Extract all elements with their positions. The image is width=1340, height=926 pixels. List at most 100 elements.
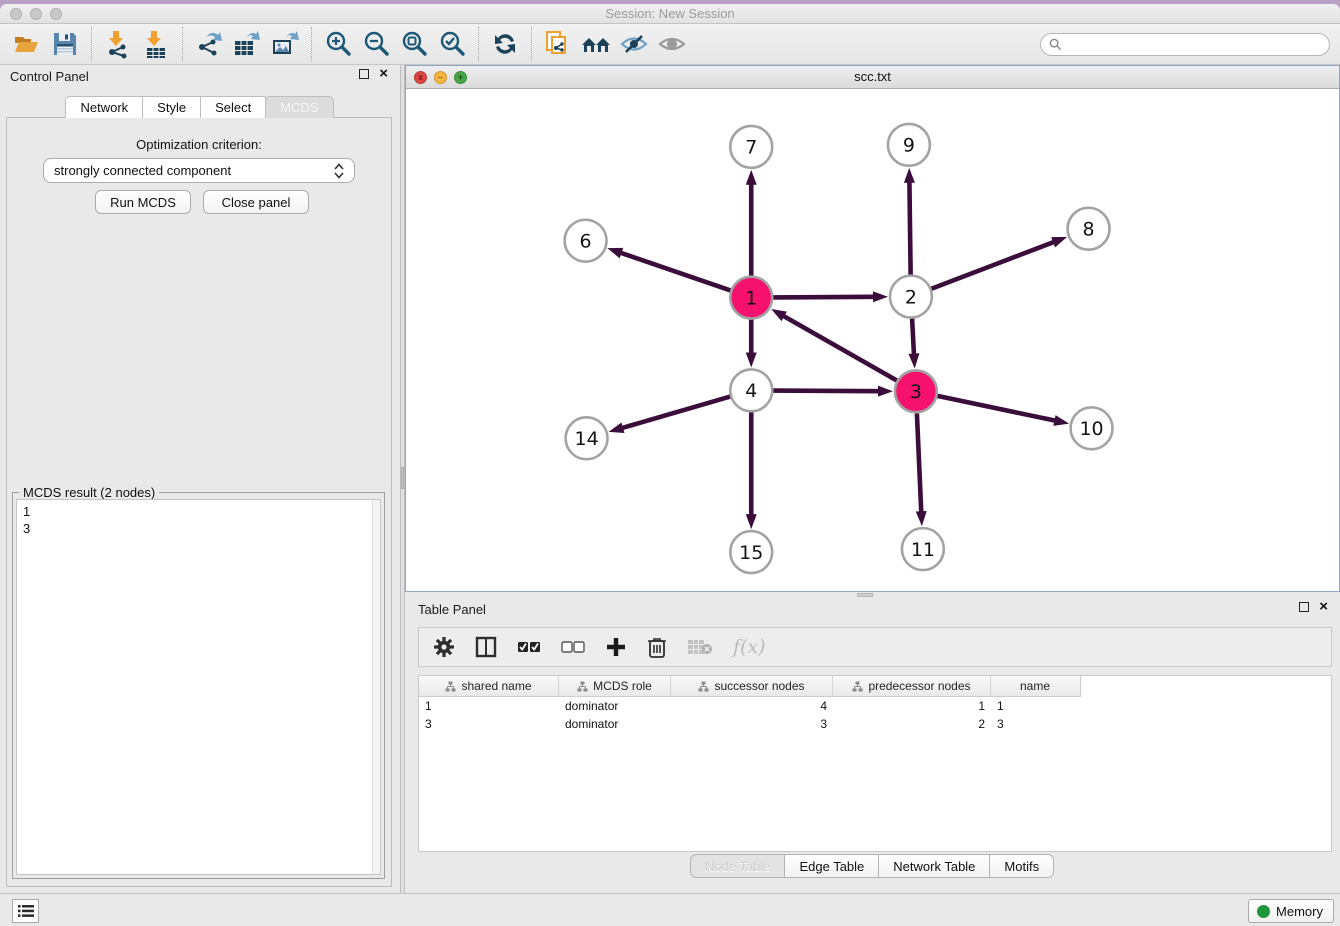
hide-selected-button[interactable] (615, 27, 653, 61)
tab-select[interactable]: Select (200, 96, 266, 118)
control-panel: Control Panel × NetworkStyleSelectMCDS O… (0, 65, 400, 893)
first-neighbors-button[interactable] (577, 27, 615, 61)
table-cell[interactable]: 1 (991, 699, 1079, 715)
table-cell[interactable]: dominator (559, 699, 671, 715)
table-cell[interactable]: dominator (559, 717, 671, 733)
open-session-button[interactable] (8, 27, 46, 61)
select-stepper-icon (334, 163, 344, 179)
mcds-result-box: MCDS result (2 nodes) 13 (12, 492, 385, 879)
column-header-successor-nodes[interactable]: successor nodes (671, 676, 833, 696)
edge-1-6[interactable] (620, 252, 731, 290)
network-canvas[interactable]: 7968124314101511 (406, 89, 1339, 591)
export-network-button[interactable] (190, 27, 228, 61)
export-table-button[interactable] (228, 27, 266, 61)
search-input[interactable] (1067, 38, 1321, 52)
table-cell[interactable]: 3 (671, 717, 833, 733)
splitter-grip[interactable] (857, 593, 873, 597)
plus-icon (605, 636, 627, 658)
tab-edge-table[interactable]: Edge Table (784, 854, 879, 878)
run-mcds-button[interactable]: Run MCDS (95, 190, 191, 214)
table-cell[interactable]: 1 (833, 699, 991, 715)
table-panel: Table Panel × (405, 598, 1340, 893)
show-panels-button[interactable] (12, 899, 39, 923)
column-label: successor nodes (714, 679, 804, 693)
table-row[interactable]: 1dominator411 (419, 699, 1331, 715)
function-builder-label: f(x) (733, 636, 766, 658)
table-cell[interactable]: 3 (419, 717, 559, 733)
edge-2-9[interactable] (909, 181, 910, 275)
edge-4-14[interactable] (621, 397, 730, 429)
criterion-select[interactable]: strongly connected component (43, 158, 355, 183)
network-titlebar[interactable]: x – + scc.txt (406, 66, 1339, 89)
column-header-name[interactable]: name (991, 676, 1079, 696)
result-item[interactable]: 1 (23, 503, 374, 520)
arrowhead (1051, 237, 1067, 247)
mcds-result-list[interactable]: 13 (16, 499, 381, 875)
column-view-button[interactable] (475, 636, 497, 658)
zoom-selected-button[interactable] (433, 27, 471, 61)
new-network-from-selection-icon (543, 29, 573, 59)
arrowhead (1053, 415, 1069, 426)
delete-column-button[interactable] (647, 636, 667, 658)
zoom-out-button[interactable] (357, 27, 395, 61)
edge-1-2[interactable] (773, 297, 875, 298)
splitter-grip[interactable] (401, 467, 404, 489)
tab-node-table[interactable]: Node Table (690, 854, 786, 878)
table-row[interactable]: 3dominator323 (419, 717, 1331, 733)
node-label-7: 7 (745, 137, 757, 159)
tab-network[interactable]: Network (65, 96, 143, 118)
close-panel-icon[interactable]: × (1319, 602, 1328, 612)
table-cell[interactable]: 2 (833, 717, 991, 733)
save-session-button[interactable] (46, 27, 84, 61)
unselect-all-button[interactable] (561, 639, 585, 655)
memory-button[interactable]: Memory (1248, 899, 1334, 923)
arrowhead (904, 168, 915, 183)
refresh-icon (491, 30, 519, 58)
column-type-icon (577, 681, 588, 692)
table-cell[interactable]: 4 (671, 699, 833, 715)
zoom-in-button[interactable] (319, 27, 357, 61)
column-header-predecessor-nodes[interactable]: predecessor nodes (833, 676, 991, 696)
node-label-10: 10 (1080, 418, 1104, 440)
main-content: Control Panel × NetworkStyleSelectMCDS O… (0, 65, 1340, 893)
import-network-button[interactable] (99, 27, 137, 61)
node-label-4: 4 (745, 380, 757, 402)
node-label-11: 11 (911, 539, 935, 561)
result-scrollbar[interactable] (372, 500, 380, 874)
zoom-out-icon (361, 29, 391, 59)
new-network-from-selection-button[interactable] (539, 27, 577, 61)
node-label-3: 3 (910, 381, 922, 403)
tab-network-table[interactable]: Network Table (878, 854, 990, 878)
arrowhead (746, 352, 757, 367)
table-options-button[interactable] (433, 636, 455, 658)
table-cell[interactable]: 1 (419, 699, 559, 715)
edge-3-11[interactable] (917, 413, 921, 513)
result-item[interactable]: 3 (23, 520, 374, 537)
edge-3-1[interactable] (782, 315, 896, 380)
export-image-button[interactable] (266, 27, 304, 61)
close-panel-icon[interactable]: × (379, 69, 388, 79)
import-table-button[interactable] (137, 27, 175, 61)
delete-table-icon (687, 638, 713, 656)
show-all-button[interactable] (653, 27, 691, 61)
tab-mcds[interactable]: MCDS (265, 96, 333, 118)
edge-2-8[interactable] (931, 242, 1055, 289)
create-column-button[interactable] (605, 636, 627, 658)
tab-style[interactable]: Style (142, 96, 201, 118)
select-all-button[interactable] (517, 639, 541, 655)
node-table[interactable]: shared nameMCDS role successor nodes prede… (418, 675, 1332, 852)
close-panel-button[interactable]: Close panel (203, 190, 309, 214)
edge-3-10[interactable] (937, 396, 1056, 421)
table-cell[interactable]: 3 (991, 717, 1079, 733)
search-box[interactable] (1040, 33, 1330, 56)
column-header-shared-name[interactable]: shared name (419, 676, 559, 696)
refresh-button[interactable] (486, 27, 524, 61)
edge-4-3[interactable] (773, 391, 880, 392)
arrowhead (746, 170, 757, 185)
edge-2-3[interactable] (912, 319, 914, 356)
zoom-fit-button[interactable] (395, 27, 433, 61)
tab-motifs[interactable]: Motifs (989, 854, 1054, 878)
column-header-MCDS-role[interactable]: MCDS role (559, 676, 671, 696)
float-panel-icon[interactable] (359, 69, 369, 79)
float-panel-icon[interactable] (1299, 602, 1309, 612)
